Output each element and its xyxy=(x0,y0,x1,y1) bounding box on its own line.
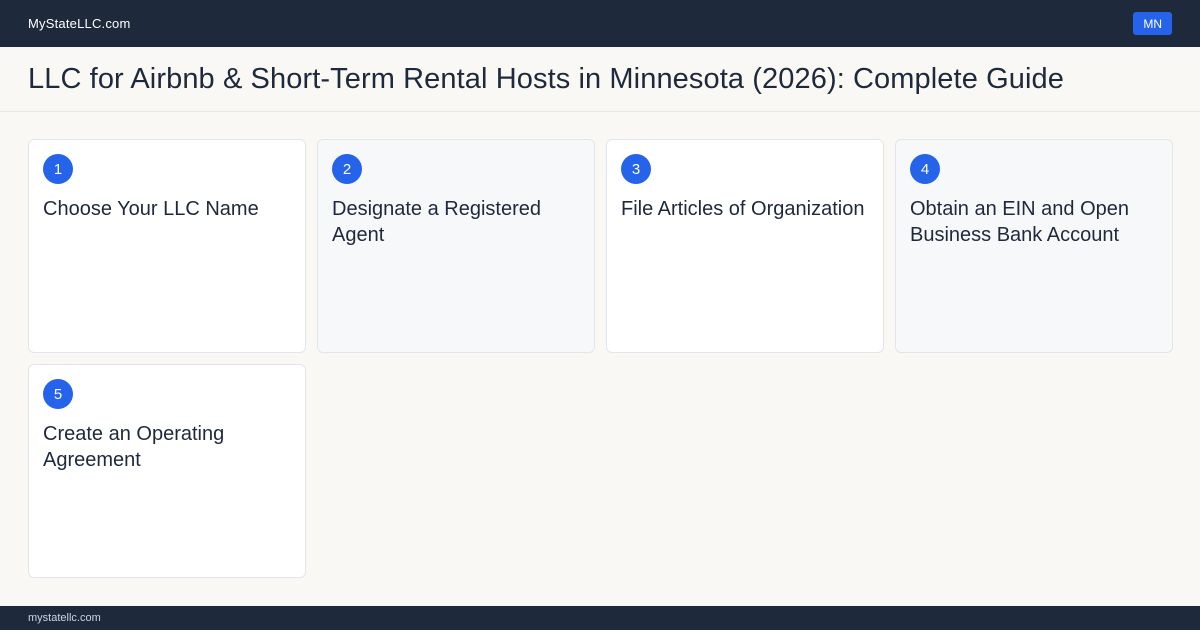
step-number-badge: 5 xyxy=(43,379,73,409)
footer: mystatellc.com xyxy=(0,606,1200,630)
footer-domain[interactable]: mystatellc.com xyxy=(28,612,101,624)
step-card-3: 3 File Articles of Organization xyxy=(606,139,884,353)
step-title: Create an Operating Agreement xyxy=(43,423,225,471)
state-badge[interactable]: MN xyxy=(1133,12,1172,35)
step-title: Designate a Registered Agent xyxy=(332,198,542,246)
step-number-badge: 2 xyxy=(332,154,362,184)
step-title: Obtain an EIN and Open Business Bank Acc… xyxy=(910,198,1130,246)
top-bar: MyStateLLC.com MN xyxy=(0,0,1200,47)
page-title: LLC for Airbnb & Short-Term Rental Hosts… xyxy=(28,62,1064,95)
step-card-5: 5 Create an Operating Agreement xyxy=(28,364,306,578)
steps-grid: 1 Choose Your LLC Name 2 Designate a Reg… xyxy=(28,139,1173,578)
step-title: File Articles of Organization xyxy=(621,198,865,220)
step-number-badge: 4 xyxy=(910,154,940,184)
step-card-1: 1 Choose Your LLC Name xyxy=(28,139,306,353)
step-number-badge: 3 xyxy=(621,154,651,184)
site-brand[interactable]: MyStateLLC.com xyxy=(28,16,131,31)
step-number-badge: 1 xyxy=(43,154,73,184)
step-card-4: 4 Obtain an EIN and Open Business Bank A… xyxy=(895,139,1173,353)
step-card-2: 2 Designate a Registered Agent xyxy=(317,139,595,353)
step-title: Choose Your LLC Name xyxy=(43,198,259,220)
title-bar: LLC for Airbnb & Short-Term Rental Hosts… xyxy=(0,47,1200,112)
